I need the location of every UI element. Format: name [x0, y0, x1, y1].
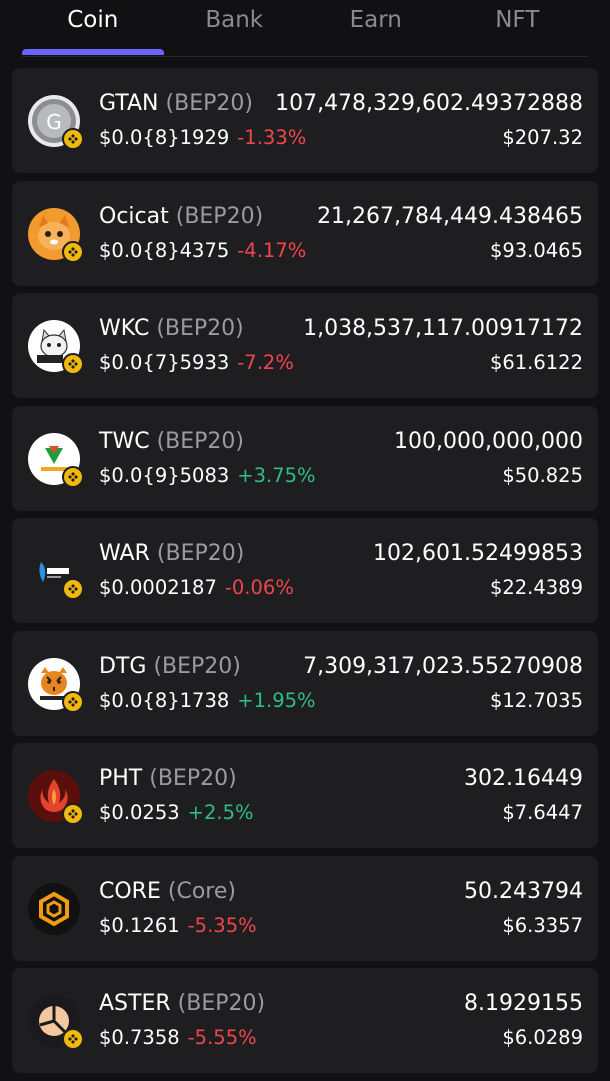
svg-text:G: G	[46, 110, 62, 134]
token-balance: 100,000,000,000	[394, 428, 583, 454]
token-row-war[interactable]: WAR (BEP20) $0.0002187 -0.06% 102,601.524…	[12, 518, 598, 623]
token-balance: 7,309,317,023.55270908	[303, 653, 583, 679]
tab-nft[interactable]: NFT	[447, 0, 589, 57]
price-change: -5.35%	[187, 913, 257, 937]
bnb-chain-icon	[62, 690, 84, 713]
token-balance: 8.1929155	[464, 991, 583, 1016]
twc-icon	[27, 432, 84, 488]
token-price: $0.7358 -5.55%	[99, 1026, 257, 1049]
price-change: +2.5%	[187, 801, 254, 824]
gtan-coin-icon: G	[27, 94, 84, 150]
pht-phoenix-icon	[27, 769, 84, 825]
token-row-pht[interactable]: PHT (BEP20) $0.0253 +2.5% 302.16449 $7.64…	[12, 743, 598, 848]
token-row-twc[interactable]: TWC (BEP20) $0.0{9}5083 +3.75% 100,000,00…	[12, 405, 598, 511]
token-name: TWC (BEP20)	[99, 428, 244, 454]
token-balance: 21,267,784,449.438465	[317, 203, 583, 229]
token-balance: 102,601.52499853	[373, 541, 583, 566]
token-row-wkc[interactable]: WKC (BEP20) $0.0{7}5933 -7.2% 1,038,537,1…	[12, 293, 598, 398]
tab-bar: Coin Bank Earn NFT	[0, 0, 610, 57]
token-value: $6.0289	[502, 1026, 583, 1049]
token-balance: 107,478,329,602.49372888	[275, 91, 583, 116]
token-price: $0.1261 -5.35%	[99, 913, 257, 937]
price-change: -0.06%	[224, 576, 294, 599]
token-value: $50.825	[502, 463, 583, 487]
token-balance: 50.243794	[464, 878, 583, 904]
price-change: +1.95%	[237, 688, 316, 712]
token-row-gtan[interactable]: G GTAN (BEP20) $0.0{8}1929 -1.33% 107,478…	[12, 68, 598, 173]
bnb-chain-icon	[62, 578, 84, 600]
price-change: -5.55%	[187, 1026, 257, 1049]
token-row-dtg[interactable]: DTG (BEP20) $0.0{8}1738 +1.95% 7,309,317,…	[12, 630, 598, 736]
token-name: DTG (BEP20)	[99, 653, 241, 679]
token-row-aster[interactable]: ASTER (BEP20) $0.7358 -5.55% 8.1929155 $6…	[12, 968, 598, 1073]
tab-earn[interactable]: Earn	[305, 0, 447, 57]
bnb-chain-icon	[62, 353, 84, 375]
token-price: $0.0{8}1738 +1.95%	[99, 688, 316, 712]
token-list: G GTAN (BEP20) $0.0{8}1929 -1.33% 107,478…	[12, 68, 598, 1081]
tab-bank[interactable]: Bank	[164, 0, 306, 57]
token-balance: 302.16449	[464, 766, 583, 791]
bnb-chain-icon	[62, 240, 84, 263]
tab-divider	[22, 56, 588, 57]
token-price: $0.0253 +2.5%	[99, 801, 254, 824]
price-change: +3.75%	[237, 463, 316, 487]
dtg-tiger-icon	[27, 657, 84, 713]
wkc-icon	[27, 319, 84, 375]
price-change: -1.33%	[237, 126, 307, 149]
ocicat-icon	[27, 207, 84, 263]
token-price: $0.0{8}1929 -1.33%	[99, 126, 307, 149]
token-value: $12.7035	[489, 688, 583, 712]
token-price: $0.0{8}4375 -4.17%	[99, 238, 307, 262]
token-name: WAR (BEP20)	[99, 541, 245, 566]
token-price: $0.0{9}5083 +3.75%	[99, 463, 316, 487]
bnb-chain-icon	[62, 803, 84, 825]
core-icon	[27, 882, 81, 936]
token-price: $0.0002187 -0.06%	[99, 576, 294, 599]
token-name: GTAN (BEP20)	[99, 91, 253, 116]
token-name: Ocicat (BEP20)	[99, 203, 264, 229]
token-name: WKC (BEP20)	[99, 316, 244, 341]
token-name: CORE (Core)	[99, 878, 236, 904]
token-value: $7.6447	[502, 801, 583, 824]
token-row-core[interactable]: CORE (Core) $0.1261 -5.35% 50.243794 $6.3…	[12, 855, 598, 961]
token-balance: 1,038,537,117.00917172	[303, 316, 583, 341]
token-value: $207.32	[502, 126, 583, 149]
bnb-chain-icon	[62, 1028, 84, 1050]
token-value: $61.6122	[489, 351, 583, 374]
token-value: $6.3357	[502, 913, 583, 937]
bnb-chain-icon	[62, 128, 84, 150]
token-name: ASTER (BEP20)	[99, 991, 266, 1016]
token-row-ocicat[interactable]: Ocicat (BEP20) $0.0{8}4375 -4.17% 21,267,…	[12, 180, 598, 286]
price-change: -7.2%	[237, 351, 294, 374]
token-price: $0.0{7}5933 -7.2%	[99, 351, 294, 374]
war-icon	[27, 544, 84, 600]
tab-coin[interactable]: Coin	[22, 0, 164, 57]
token-value: $93.0465	[489, 238, 583, 262]
bnb-chain-icon	[62, 465, 84, 488]
aster-icon	[27, 994, 84, 1050]
price-change: -4.17%	[237, 238, 307, 262]
token-value: $22.4389	[489, 576, 583, 599]
token-name: PHT (BEP20)	[99, 766, 237, 791]
